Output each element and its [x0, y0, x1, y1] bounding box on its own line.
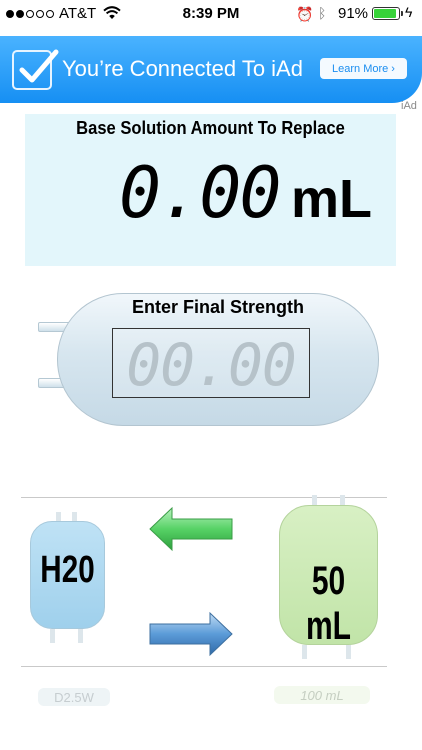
iad-message: You’re Connected To iAd [62, 56, 303, 81]
checkmark-icon [12, 49, 59, 90]
iad-brand-label: iAd [401, 100, 417, 112]
divider [21, 497, 387, 498]
strength-value: 00.00 [126, 331, 297, 399]
battery-fill [374, 9, 396, 18]
divider [21, 666, 387, 667]
result-title: Base Solution Amount To Replace [76, 118, 345, 138]
arrow-left-icon[interactable] [148, 505, 234, 553]
strength-input[interactable]: 00.00 [112, 328, 310, 399]
bag-port [50, 629, 55, 643]
alarm-icon: ⏰ [296, 6, 314, 22]
checkmark-glyph [19, 49, 59, 83]
strength-title: Enter Final Strength [131, 297, 304, 317]
result-panel: Base Solution Amount To Replace 0.00 mL [25, 114, 396, 266]
bag-port [78, 629, 83, 643]
bluetooth-icon: ᛒ [318, 5, 327, 21]
battery-icon [372, 7, 403, 20]
charging-icon: ϟ [405, 4, 413, 20]
learn-more-button[interactable]: Learn More › [320, 58, 407, 79]
diluent-bag-label: H20 [40, 549, 95, 591]
next-diluent-option[interactable]: D2.5W [38, 688, 110, 706]
bag-port [346, 645, 351, 659]
status-bar: AT&T 8:39 PM ⏰ ᛒ 91% ϟ [0, 0, 422, 30]
bag-port [302, 645, 307, 659]
battery-tip [401, 11, 403, 16]
battery-percent: 91% [338, 5, 369, 22]
next-volume-option[interactable]: 100 mL [274, 686, 370, 704]
arrow-right-icon[interactable] [148, 610, 234, 658]
result-value: 0.00 [119, 152, 282, 234]
result-unit: mL [291, 169, 372, 229]
volume-bag-label: 50 mL [306, 559, 351, 648]
